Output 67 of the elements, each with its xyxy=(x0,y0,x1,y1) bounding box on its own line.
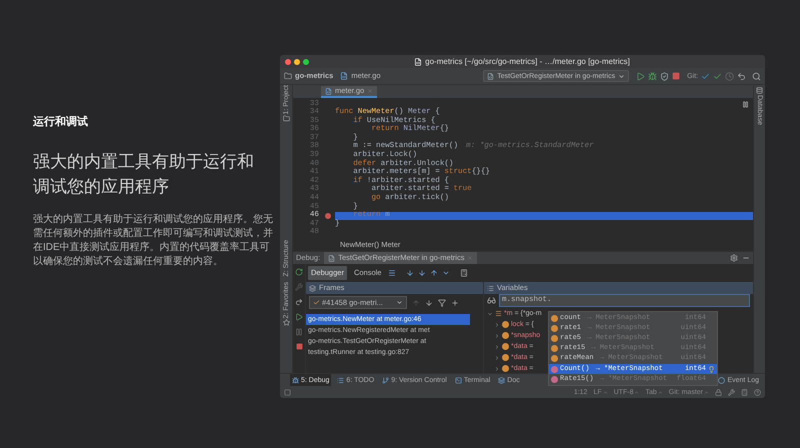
lightbulb-icon[interactable] xyxy=(708,366,715,373)
frames-icon xyxy=(309,284,316,292)
close-button[interactable] xyxy=(285,58,291,64)
help-icon[interactable] xyxy=(754,388,761,396)
wrench-icon[interactable] xyxy=(295,283,303,291)
test-file-icon xyxy=(487,72,494,80)
stop-icon[interactable] xyxy=(672,72,680,80)
heading: 强大的内置工具有助于运行和调试您的应用程序 xyxy=(33,150,255,198)
tool-icon xyxy=(498,376,506,384)
tool-icon xyxy=(382,376,390,384)
zoom-button[interactable] xyxy=(303,58,309,64)
database-icon xyxy=(756,87,763,94)
run-icon[interactable] xyxy=(636,72,646,80)
object-icon xyxy=(495,310,502,317)
minimize-button[interactable] xyxy=(294,58,300,64)
variables-icon xyxy=(487,284,494,292)
resume-icon[interactable] xyxy=(295,313,303,321)
add-icon[interactable] xyxy=(451,298,459,306)
rerun-icon[interactable] xyxy=(295,268,303,276)
tool-icon xyxy=(454,376,462,384)
restore-icon[interactable] xyxy=(295,298,303,306)
menu-icon[interactable] xyxy=(388,269,396,277)
section-label: 运行和调试 xyxy=(33,114,89,130)
up-arrow-icon[interactable] xyxy=(412,298,420,306)
commit-icon[interactable] xyxy=(713,72,722,80)
star-icon xyxy=(282,318,290,326)
lock-icon[interactable] xyxy=(715,388,722,396)
settings-icon[interactable] xyxy=(730,254,738,262)
chevron-icon xyxy=(634,390,640,394)
folder-icon xyxy=(284,72,292,80)
close-icon[interactable] xyxy=(467,255,474,261)
update-icon[interactable] xyxy=(701,72,710,80)
filter-icon[interactable] xyxy=(438,298,446,306)
search-icon[interactable] xyxy=(752,72,761,80)
pause-icon xyxy=(742,101,749,108)
file-icon xyxy=(325,88,332,94)
tool-icon xyxy=(292,376,299,384)
chevron-icon xyxy=(658,390,663,394)
step-out-icon[interactable] xyxy=(430,269,438,277)
debug-icon[interactable] xyxy=(648,72,658,80)
down-arrow-icon[interactable] xyxy=(425,298,433,306)
tool-icon xyxy=(337,376,344,384)
revert-icon[interactable] xyxy=(737,72,746,80)
calculator-icon[interactable] xyxy=(460,269,468,277)
file-icon xyxy=(340,72,348,80)
window-title: go-metrics [~/go/src/go-metrics] - …/meter.go [go-metrics] xyxy=(425,58,630,66)
watch-icon xyxy=(487,296,496,305)
caret-icon xyxy=(618,72,626,80)
layout-icon[interactable] xyxy=(284,388,291,396)
chevron-icon xyxy=(602,390,608,394)
step-into-icon[interactable] xyxy=(418,269,426,277)
description: 强大的内置工具有助于运行和调试您的应用程序。您无需任何额外的插件或配置工作即可编写和调试测试，并在IDE中直接测试应用程序。内置的代码覆盖率工具可以确保您的测试不会遗漏任何重要的内容。 xyxy=(33,212,274,268)
coverage-icon[interactable] xyxy=(660,72,670,80)
file-icon xyxy=(414,58,422,66)
step-over-icon[interactable] xyxy=(406,269,414,277)
caret-icon xyxy=(396,299,403,306)
close-icon[interactable] xyxy=(367,88,374,94)
folder-icon xyxy=(282,114,290,122)
history-icon[interactable] xyxy=(725,72,734,80)
chevron-icon xyxy=(704,390,709,394)
breakpoint-icon[interactable] xyxy=(325,213,331,220)
check-icon xyxy=(313,299,320,306)
pause-icon[interactable] xyxy=(295,328,303,336)
stop-icon[interactable] xyxy=(296,343,302,350)
wrench-icon[interactable] xyxy=(728,388,735,396)
tool-icon xyxy=(718,376,726,384)
test-file-icon xyxy=(328,254,336,262)
